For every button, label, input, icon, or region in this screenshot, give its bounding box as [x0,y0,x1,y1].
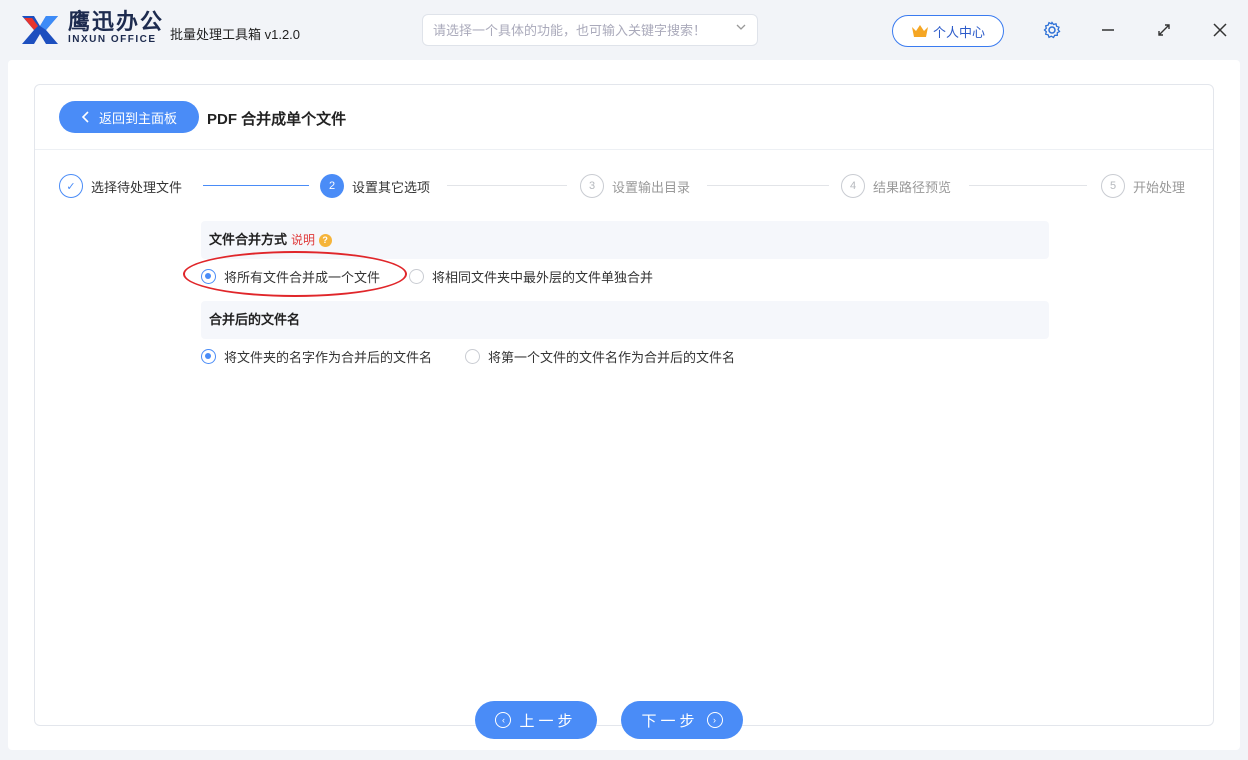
search-input[interactable] [433,15,723,45]
crown-icon [911,25,928,37]
back-to-home-button[interactable]: 返回到主面板 [59,101,199,133]
step-connector [707,185,829,186]
step-connector [969,185,1087,186]
chevron-down-icon[interactable] [735,21,747,36]
divider [35,149,1213,150]
chevron-left-icon [81,111,89,123]
merge-by-folder-option[interactable]: 将相同文件夹中最外层的文件单独合并 [409,267,653,286]
brand: 鹰迅办公 INXUN OFFICE [68,10,164,46]
chevron-right-circle-icon: › [706,712,723,728]
help-link[interactable]: 说明 [291,233,315,247]
step-start: 5 开始处理 [1101,174,1185,198]
step-label: 设置输出目录 [612,179,691,195]
page-title: PDF 合并成单个文件 [207,111,347,128]
folder-name-option[interactable]: 将文件夹的名字作为合并后的文件名 [201,347,432,366]
minimize-icon[interactable] [1096,18,1120,42]
help-question-icon[interactable]: ? [318,234,332,248]
back-label: 返回到主面板 [98,110,177,126]
title-bar: 鹰迅办公 INXUN OFFICE 批量处理工具箱 v1.2.0 个人中心 [0,0,1248,60]
function-search[interactable] [422,14,758,46]
inxun-logo-icon [22,16,58,44]
step-output-dir: 3 设置输出目录 [580,174,690,198]
step-label: 结果路径预览 [873,179,952,195]
radio-button[interactable] [201,349,216,364]
option-label: 将文件夹的名字作为合并后的文件名 [224,350,433,365]
close-icon[interactable] [1208,18,1232,42]
app-name: 批量处理工具箱 v1.2.0 [170,27,301,42]
step-label: 选择待处理文件 [91,179,183,195]
first-file-name-option[interactable]: 将第一个文件的文件名作为合并后的文件名 [465,347,735,366]
option-label: 将相同文件夹中最外层的文件单独合并 [432,270,654,285]
step-number: 3 [580,174,604,198]
option-label: 将第一个文件的文件名作为合并后的文件名 [488,350,736,365]
step-number: 4 [841,174,865,198]
prev-label: 上一步 [519,712,577,730]
next-label: 下一步 [641,712,699,730]
merged-name-header: 合并后的文件名 [201,301,1049,339]
step-connector [203,185,309,186]
user-center-button[interactable]: 个人中心 [892,15,1004,47]
step-check-icon: ✓ [59,174,83,198]
brand-name: 鹰迅办公 [68,9,165,34]
user-center-label: 个人中心 [932,24,985,40]
annotation-highlight-ring [183,251,407,297]
section-title: 合并后的文件名 [209,312,301,327]
step-label: 开始处理 [1133,179,1186,195]
settings-gear-icon[interactable] [1040,18,1064,42]
step-select-files: ✓ 选择待处理文件 [59,174,182,198]
main-panel: 返回到主面板 PDF 合并成单个文件 ✓ 选择待处理文件 2 设置其它选项 3 … [34,84,1214,739]
step-label: 设置其它选项 [352,179,431,195]
radio-button[interactable] [465,349,480,364]
brand-name-en: INXUN OFFICE [68,34,157,45]
radio-button[interactable] [409,269,424,284]
previous-step-button[interactable]: ‹ 上一步 [475,701,597,739]
step-result-preview: 4 结果路径预览 [841,174,951,198]
step-connector [447,185,567,186]
step-number: 2 [320,174,344,198]
section-title: 文件合并方式 [209,232,288,247]
next-step-button[interactable]: 下一步 › [621,701,743,739]
chevron-left-circle-icon: ‹ [495,712,512,728]
step-other-options: 2 设置其它选项 [320,174,430,198]
step-number: 5 [1101,174,1125,198]
maximize-icon[interactable] [1152,18,1176,42]
